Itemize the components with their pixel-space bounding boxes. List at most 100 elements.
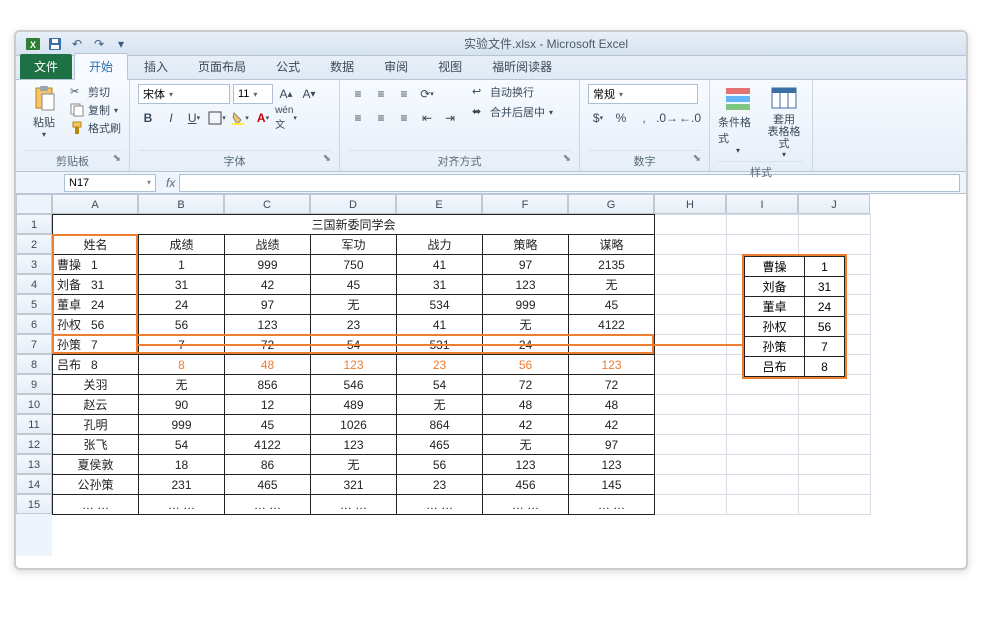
cell[interactable] [655, 275, 727, 295]
cell[interactable]: 86 [225, 455, 311, 475]
cell[interactable]: … … [139, 495, 225, 515]
cell[interactable]: 123 [569, 355, 655, 375]
cell[interactable]: 231 [139, 475, 225, 495]
decrease-decimal-button[interactable]: ←.0 [680, 108, 700, 128]
align-center-button[interactable]: ≡ [371, 108, 391, 128]
cell[interactable]: … … [569, 495, 655, 515]
cell[interactable] [727, 475, 799, 495]
italic-button[interactable]: I [161, 108, 181, 128]
cell[interactable] [655, 235, 727, 255]
cell[interactable]: 刘备 31 [53, 275, 139, 295]
bold-button[interactable]: B [138, 108, 158, 128]
cell[interactable]: 534 [397, 295, 483, 315]
cell[interactable]: 90 [139, 395, 225, 415]
tab-foxit[interactable]: 福昕阅读器 [478, 54, 566, 79]
cell[interactable] [727, 395, 799, 415]
col-header[interactable]: I [726, 194, 798, 214]
cell[interactable] [799, 235, 871, 255]
cell[interactable]: 无 [397, 395, 483, 415]
cell[interactable]: 无 [569, 275, 655, 295]
cell[interactable]: 23 [397, 355, 483, 375]
cell[interactable]: 465 [225, 475, 311, 495]
row-header[interactable]: 1 [16, 214, 52, 234]
cell[interactable] [655, 375, 727, 395]
format-as-table-button[interactable]: 套用 表格格式▾ [764, 84, 804, 159]
cell[interactable] [727, 235, 799, 255]
cell[interactable] [655, 355, 727, 375]
cell[interactable]: 42 [483, 415, 569, 435]
cell[interactable] [655, 395, 727, 415]
cell[interactable]: 18 [139, 455, 225, 475]
orientation-button[interactable]: ⟳▾ [417, 84, 437, 104]
align-top-button[interactable]: ≡ [348, 84, 368, 104]
cell[interactable] [655, 435, 727, 455]
cell[interactable]: 12 [225, 395, 311, 415]
dialog-launcher-icon[interactable]: ⬊ [693, 153, 701, 164]
increase-font-button[interactable]: A▴ [276, 84, 296, 104]
cell[interactable] [727, 435, 799, 455]
cell[interactable]: 31 [139, 275, 225, 295]
dialog-launcher-icon[interactable]: ⬊ [113, 153, 121, 164]
cell[interactable]: 42 [225, 275, 311, 295]
column-header[interactable]: 策略 [483, 235, 569, 255]
tab-data[interactable]: 数据 [316, 54, 368, 79]
col-header[interactable]: C [224, 194, 310, 214]
dialog-launcher-icon[interactable]: ⬊ [323, 153, 331, 164]
cell[interactable] [799, 495, 871, 515]
comma-button[interactable]: , [634, 108, 654, 128]
cell[interactable]: 489 [311, 395, 397, 415]
row-header[interactable]: 13 [16, 454, 52, 474]
cell[interactable] [655, 455, 727, 475]
cell[interactable]: 孙策 7 [53, 335, 139, 355]
cell[interactable]: 97 [569, 435, 655, 455]
cell[interactable] [799, 475, 871, 495]
row-header[interactable]: 8 [16, 354, 52, 374]
cell[interactable] [799, 415, 871, 435]
col-header[interactable]: J [798, 194, 870, 214]
row-header[interactable]: 11 [16, 414, 52, 434]
cell[interactable]: 72 [569, 375, 655, 395]
save-icon[interactable] [46, 35, 64, 53]
format-painter-button[interactable]: 格式刷 [70, 120, 121, 136]
align-middle-button[interactable]: ≡ [371, 84, 391, 104]
tab-insert[interactable]: 插入 [130, 54, 182, 79]
row-header[interactable]: 15 [16, 494, 52, 514]
row-header[interactable]: 6 [16, 314, 52, 334]
cell[interactable]: 1 [139, 255, 225, 275]
cell[interactable] [799, 455, 871, 475]
cell[interactable]: 56 [397, 455, 483, 475]
border-button[interactable]: ▾ [207, 108, 227, 128]
cell[interactable]: … … [311, 495, 397, 515]
cell[interactable] [655, 215, 727, 235]
cell[interactable]: 41 [397, 315, 483, 335]
decrease-indent-button[interactable]: ⇤ [417, 108, 437, 128]
cell[interactable]: 吕布 8 [53, 355, 139, 375]
cell[interactable]: 97 [483, 255, 569, 275]
col-header[interactable]: E [396, 194, 482, 214]
dialog-launcher-icon[interactable]: ⬊ [563, 153, 571, 164]
cell[interactable]: … … [397, 495, 483, 515]
cell[interactable]: 45 [225, 415, 311, 435]
redo-icon[interactable]: ↷ [90, 35, 108, 53]
cell[interactable]: 123 [569, 455, 655, 475]
wrap-text-button[interactable]: ↩自动换行 [472, 84, 553, 100]
cell[interactable]: 54 [397, 375, 483, 395]
cell[interactable]: 321 [311, 475, 397, 495]
increase-decimal-button[interactable]: .0→ [657, 108, 677, 128]
paste-button[interactable]: 粘贴▾ [24, 84, 64, 139]
fill-color-button[interactable]: ▾ [230, 108, 250, 128]
cell[interactable]: 999 [225, 255, 311, 275]
cell[interactable]: 56 [139, 315, 225, 335]
cell[interactable]: 董卓 24 [53, 295, 139, 315]
cell[interactable]: 孙权 56 [53, 315, 139, 335]
cell[interactable]: 曹操 1 [53, 255, 139, 275]
phonetic-button[interactable]: wén文▾ [276, 108, 296, 128]
row-header[interactable]: 14 [16, 474, 52, 494]
tab-formulas[interactable]: 公式 [262, 54, 314, 79]
cell[interactable]: 123 [483, 455, 569, 475]
col-header[interactable]: B [138, 194, 224, 214]
column-header[interactable]: 成绩 [139, 235, 225, 255]
row-header[interactable]: 10 [16, 394, 52, 414]
cell[interactable]: 无 [311, 295, 397, 315]
merge-center-button[interactable]: ⬌合并后居中▾ [472, 104, 553, 120]
